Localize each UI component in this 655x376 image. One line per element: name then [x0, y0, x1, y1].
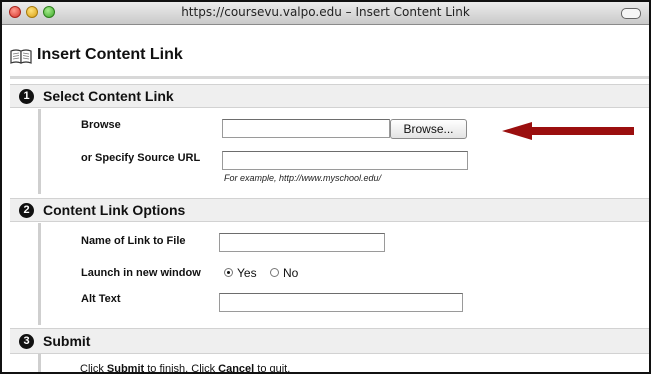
source-url-label: or Specify Source URL: [81, 152, 201, 164]
launch-no-radio[interactable]: [270, 268, 279, 277]
section-rail: [38, 109, 41, 194]
launch-no-label: No: [283, 266, 299, 280]
section-header-submit: 3 Submit: [10, 328, 649, 354]
browse-label: Browse: [81, 119, 121, 131]
section-header-content-link-options: 2 Content Link Options: [10, 198, 649, 222]
book-icon: [10, 49, 32, 64]
window-title: https://coursevu.valpo.edu – Insert Cont…: [181, 5, 470, 19]
window-titlebar: https://coursevu.valpo.edu – Insert Cont…: [2, 2, 649, 25]
toolbar-toggle-button[interactable]: [621, 8, 641, 19]
header-divider: [10, 76, 649, 79]
submit-keyword: Submit: [106, 363, 145, 374]
section-rail: [38, 354, 41, 372]
source-url-field[interactable]: [222, 151, 468, 170]
page-title: Insert Content Link: [37, 46, 183, 63]
launch-new-window-label: Launch in new window: [81, 267, 201, 279]
annotation-arrow-icon: [502, 122, 634, 140]
browse-button[interactable]: Browse...: [390, 119, 467, 139]
section-rail: [38, 223, 41, 325]
link-name-field[interactable]: [219, 233, 385, 252]
instruction-text: to finish. Click: [144, 363, 219, 374]
launch-yes-radio[interactable]: [224, 268, 233, 277]
alt-text-label: Alt Text: [81, 293, 121, 305]
source-url-hint: For example, http://www.myschool.edu/: [224, 173, 382, 183]
instruction-text: to quit.: [254, 363, 291, 374]
browse-file-field[interactable]: [222, 119, 390, 138]
section-title: Select Content Link: [43, 88, 174, 104]
browser-window: https://coursevu.valpo.edu – Insert Cont…: [0, 0, 651, 374]
step-number-3: 3: [19, 334, 34, 349]
link-name-label: Name of Link to File: [81, 235, 186, 247]
alt-text-field[interactable]: [219, 293, 463, 312]
section-title: Content Link Options: [43, 202, 186, 218]
section-title: Submit: [43, 333, 91, 349]
instruction-text: Click: [80, 363, 107, 374]
step-number-2: 2: [19, 203, 34, 218]
submit-instructions: Click Submit to finish. Click Cancel to …: [80, 363, 291, 374]
cancel-keyword: Cancel: [218, 363, 255, 374]
launch-yes-label: Yes: [237, 266, 257, 280]
step-number-1: 1: [19, 89, 34, 104]
section-header-select-content-link: 1 Select Content Link: [10, 84, 649, 108]
